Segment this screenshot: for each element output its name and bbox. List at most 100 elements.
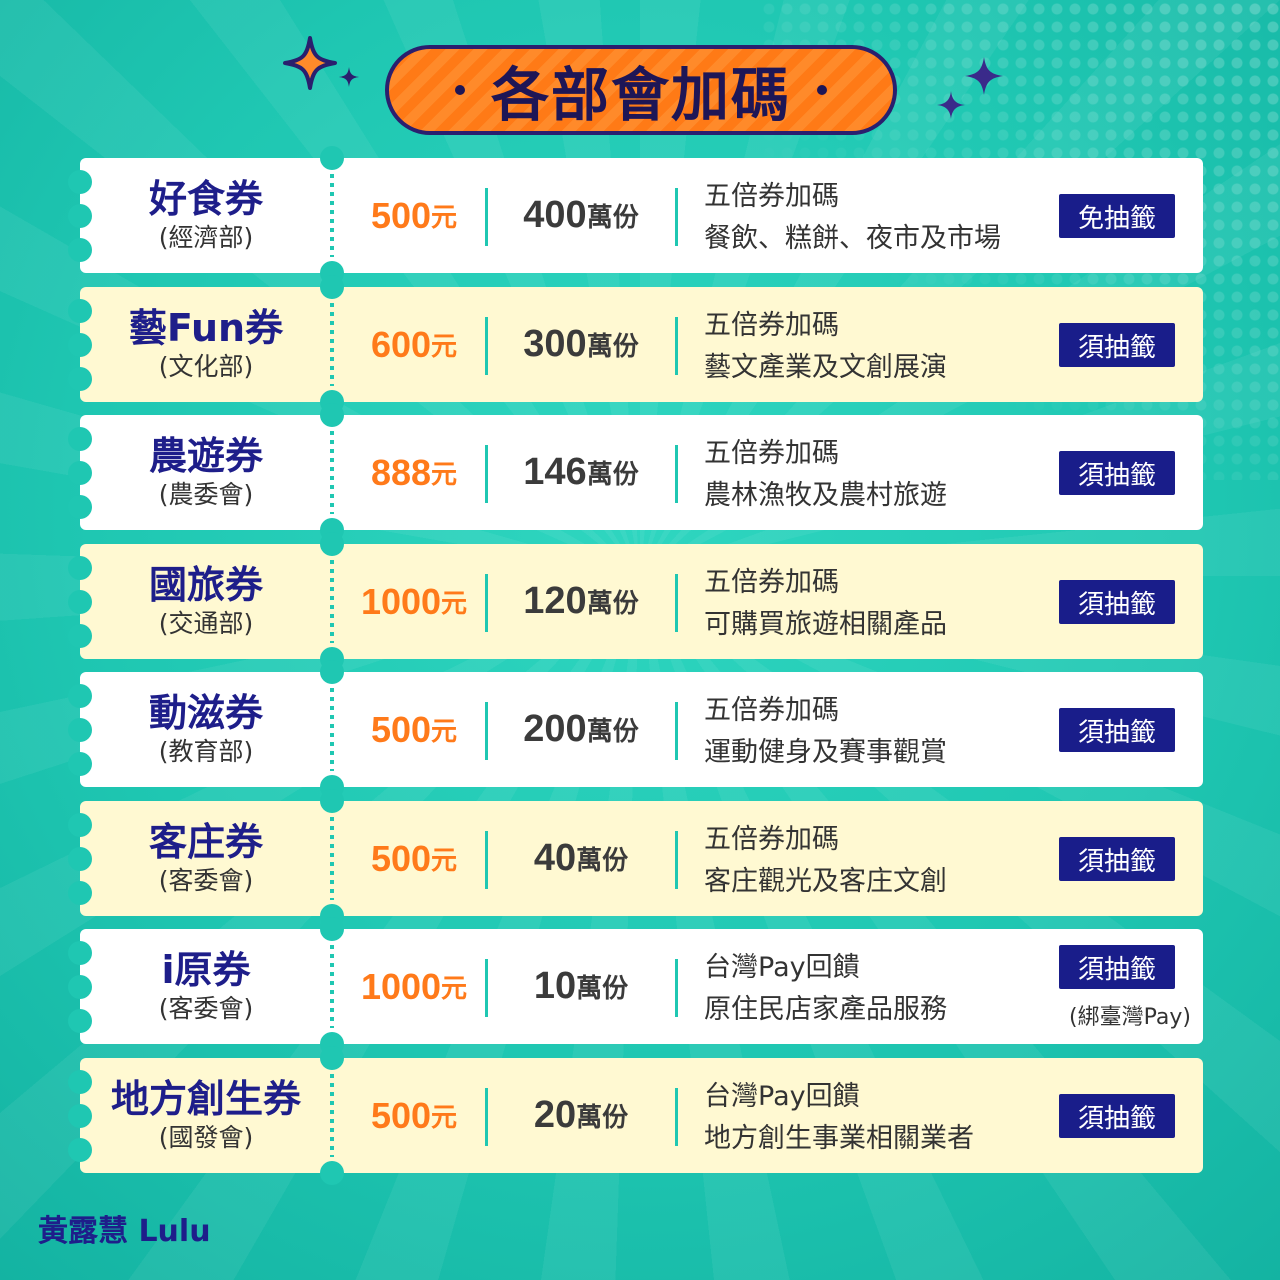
voucher-row: 好食券 (經濟部) 500 元 400 萬份 五倍券加碼 餐飲、糕餅、夜市及市場 免抽籤 bbox=[68, 146, 1203, 285]
ministry-label: (農委會) bbox=[158, 479, 254, 509]
voucher-title-block: 好食券 (經濟部) bbox=[80, 158, 332, 273]
voucher-quantity: 20 萬份 bbox=[490, 1058, 672, 1173]
voucher-amount: 500 元 bbox=[342, 1058, 486, 1173]
sparkle-icon bbox=[339, 67, 359, 87]
lottery-badge: 須抽籤 bbox=[1059, 837, 1175, 881]
voucher-quantity: 40 萬份 bbox=[490, 801, 672, 916]
quantity-value: 300 bbox=[523, 323, 587, 365]
description-line-1: 五倍券加碼 bbox=[704, 310, 839, 341]
voucher-row: 客庄券 (客委會) 500 元 40 萬份 五倍券加碼 客庄觀光及客庄文創 須抽籤 bbox=[68, 789, 1203, 928]
page-title: 各部會加碼 bbox=[490, 61, 791, 129]
amount-value: 888 bbox=[370, 451, 432, 493]
author-credit: 黃露慧 Lulu bbox=[38, 1214, 211, 1249]
lottery-badge: 須抽籤 bbox=[1059, 708, 1175, 752]
amount-unit: 元 bbox=[431, 717, 458, 747]
quantity-unit: 萬份 bbox=[576, 846, 629, 876]
ministry-label: (經濟部) bbox=[158, 222, 254, 252]
voucher-description: 五倍券加碼 餐飲、糕餅、夜市及市場 bbox=[704, 176, 1064, 260]
voucher-row: 地方創生券 (國發會) 500 元 20 萬份 台灣Pay回饋 地方創生事業相關業者 須抽籤 bbox=[68, 1046, 1203, 1185]
amount-value: 500 bbox=[370, 194, 432, 236]
quantity-value: 20 bbox=[533, 1094, 577, 1136]
lottery-badge: 須抽籤 bbox=[1059, 945, 1175, 989]
column-divider bbox=[485, 445, 488, 503]
amount-value: 500 bbox=[370, 1094, 432, 1136]
ministry-label: (客委會) bbox=[158, 993, 254, 1023]
column-divider bbox=[485, 188, 488, 246]
amount-unit: 元 bbox=[431, 332, 458, 362]
voucher-row: i原券 (客委會) 1000 元 10 萬份 台灣Pay回饋 原住民店家產品服務 須抽籤 (綁臺灣… bbox=[68, 917, 1203, 1056]
title-banner: 各部會加碼 bbox=[385, 45, 897, 135]
description-line-1: 五倍券加碼 bbox=[704, 567, 839, 598]
voucher-amount: 500 元 bbox=[342, 801, 486, 916]
voucher-quantity: 400 萬份 bbox=[490, 158, 672, 273]
voucher-quantity: 10 萬份 bbox=[490, 929, 672, 1044]
amount-value: 500 bbox=[370, 708, 432, 750]
lottery-badge: 須抽籤 bbox=[1059, 580, 1175, 624]
quantity-unit: 萬份 bbox=[586, 203, 639, 233]
description-line-2: 農林漁牧及農村旅遊 bbox=[704, 480, 947, 511]
voucher-quantity: 200 萬份 bbox=[490, 672, 672, 787]
quantity-unit: 萬份 bbox=[586, 460, 639, 490]
voucher-name: 國旅券 bbox=[148, 562, 263, 607]
voucher-title-block: 藝Fun券 (文化部) bbox=[80, 287, 332, 402]
quantity-value: 200 bbox=[523, 708, 587, 750]
voucher-title-block: 農遊券 (農委會) bbox=[80, 415, 332, 530]
voucher-amount: 600 元 bbox=[342, 287, 486, 402]
voucher-name: 農遊券 bbox=[148, 433, 263, 478]
description-line-1: 台灣Pay回饋 bbox=[704, 952, 860, 983]
voucher-row: 藝Fun券 (文化部) 600 元 300 萬份 五倍券加碼 藝文產業及文創展演 須抽籤 bbox=[68, 275, 1203, 414]
voucher-title-block: 客庄券 (客委會) bbox=[80, 801, 332, 916]
description-line-2: 運動健身及賽事觀賞 bbox=[704, 737, 947, 768]
description-line-2: 餐飲、糕餅、夜市及市場 bbox=[704, 223, 1001, 254]
quantity-value: 10 bbox=[533, 965, 577, 1007]
amount-unit: 元 bbox=[431, 1103, 458, 1133]
column-divider bbox=[675, 445, 678, 503]
voucher-title-block: 國旅券 (交通部) bbox=[80, 544, 332, 659]
voucher-amount: 1000 元 bbox=[342, 929, 486, 1044]
ministry-label: (客委會) bbox=[158, 865, 254, 895]
column-divider bbox=[485, 317, 488, 375]
amount-unit: 元 bbox=[431, 846, 458, 876]
badge-note: (綁臺灣Pay) bbox=[1069, 1005, 1191, 1030]
column-divider bbox=[675, 702, 678, 760]
voucher-row: 農遊券 (農委會) 888 元 146 萬份 五倍券加碼 農林漁牧及農村旅遊 須抽籤 bbox=[68, 403, 1203, 542]
voucher-description: 台灣Pay回饋 地方創生事業相關業者 bbox=[704, 1076, 1064, 1160]
voucher-quantity: 146 萬份 bbox=[490, 415, 672, 530]
ministry-label: (國發會) bbox=[158, 1122, 254, 1152]
voucher-title-block: i原券 (客委會) bbox=[80, 929, 332, 1044]
voucher-description: 五倍券加碼客庄觀光及客庄文創 bbox=[704, 819, 1064, 903]
column-divider bbox=[485, 702, 488, 760]
quantity-unit: 萬份 bbox=[576, 974, 629, 1004]
voucher-description: 五倍券加碼 運動健身及賽事觀賞 bbox=[704, 690, 1064, 774]
description-line-2: 客庄觀光及客庄文創 bbox=[704, 866, 947, 897]
voucher-quantity: 120 萬份 bbox=[490, 544, 672, 659]
sparkle-icon bbox=[283, 36, 337, 90]
voucher-amount: 1000 元 bbox=[342, 544, 486, 659]
voucher-name: 地方創生券 bbox=[110, 1076, 301, 1121]
column-divider bbox=[485, 959, 488, 1017]
voucher-name: 動滋券 bbox=[148, 690, 263, 735]
description-line-1: 五倍券加碼 bbox=[704, 824, 839, 855]
title-dot-left bbox=[454, 85, 465, 95]
voucher-name: 客庄券 bbox=[148, 819, 263, 864]
voucher-description: 台灣Pay回饋原住民店家產品服務 bbox=[704, 947, 1064, 1031]
column-divider bbox=[485, 831, 488, 889]
lottery-badge: 須抽籤 bbox=[1059, 323, 1175, 367]
column-divider bbox=[675, 574, 678, 632]
lottery-badge: 免抽籤 bbox=[1059, 194, 1175, 238]
lottery-badge: 須抽籤 bbox=[1059, 451, 1175, 495]
voucher-row: 動滋券 (教育部) 500 元 200 萬份 五倍券加碼 運動健身及賽事觀賞 須抽籤 bbox=[68, 660, 1203, 799]
amount-value: 1000 bbox=[360, 965, 442, 1007]
amount-value: 500 bbox=[370, 837, 432, 879]
sparkle-icon bbox=[965, 57, 1003, 95]
quantity-value: 120 bbox=[523, 580, 587, 622]
voucher-name: 好食券 bbox=[148, 176, 263, 221]
amount-unit: 元 bbox=[441, 974, 468, 1004]
column-divider bbox=[485, 574, 488, 632]
description-line-2: 原住民店家產品服務 bbox=[704, 994, 947, 1025]
column-divider bbox=[485, 1088, 488, 1146]
quantity-unit: 萬份 bbox=[576, 1103, 629, 1133]
voucher-description: 五倍券加碼 藝文產業及文創展演 bbox=[704, 305, 1064, 389]
voucher-description: 五倍券加碼 農林漁牧及農村旅遊 bbox=[704, 433, 1064, 517]
quantity-unit: 萬份 bbox=[586, 717, 639, 747]
